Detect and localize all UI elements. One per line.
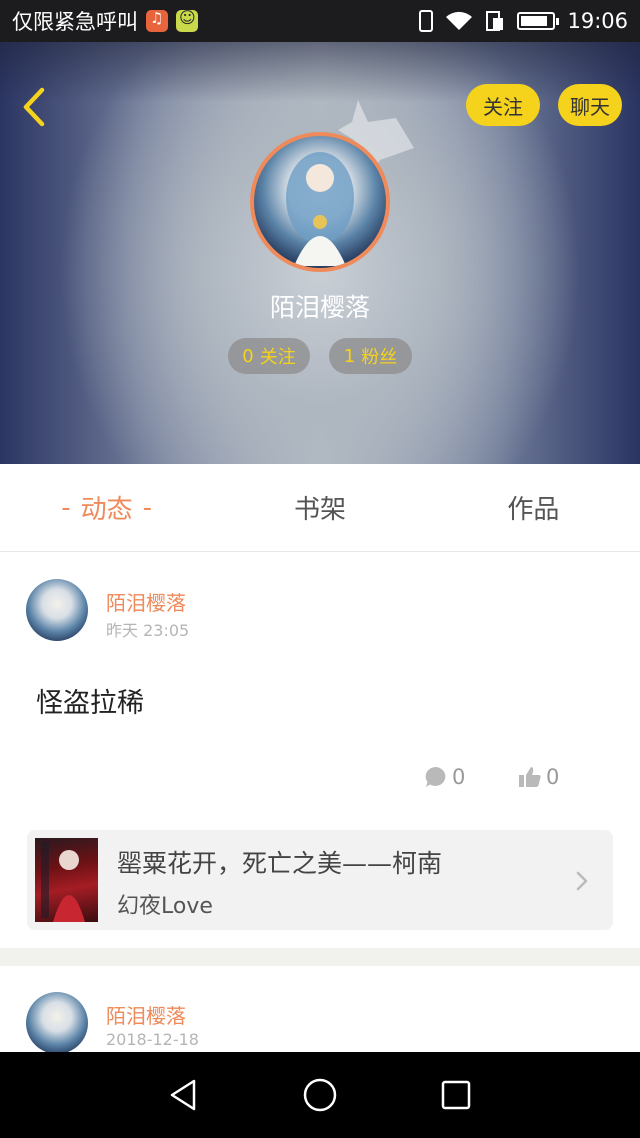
tab-label: 书架 [293, 495, 346, 525]
following-label: 关注 [259, 347, 296, 368]
like-button[interactable]: 0 [518, 765, 559, 789]
book-cover-art [41, 842, 85, 922]
chevron-left-icon [23, 87, 45, 127]
post-author[interactable]: 陌泪樱落 [106, 587, 186, 616]
fans-stat[interactable]: 1 粉丝 [329, 338, 412, 374]
following-stat[interactable]: 0 关注 [228, 338, 310, 374]
post-text: 怪盗拉稀 [36, 688, 144, 719]
post-card: 陌泪樱落 2018-12-18 [0, 966, 640, 1054]
recents-nav-button[interactable] [438, 1077, 474, 1113]
sim-icon [486, 11, 504, 31]
thumbs-up-icon [519, 767, 541, 787]
profile-header: 关注 聊天 陌泪樱落 0 关注 1 粉丝 [0, 42, 640, 464]
tab-label: 作品 [507, 495, 560, 525]
tab-bar: - 动态 - 书架 作品 [0, 464, 640, 552]
fans-label: 粉丝 [361, 347, 398, 368]
avatar-figure [286, 152, 354, 266]
home-nav-button[interactable] [302, 1077, 338, 1113]
comment-count: 0 [452, 765, 466, 789]
fans-count: 1 [343, 345, 356, 367]
header-fade [0, 42, 640, 102]
comment-icon [425, 766, 446, 787]
status-bar: 仅限紧急呼叫 19:06 [0, 0, 640, 42]
comment-button[interactable]: 0 [424, 765, 465, 789]
post-avatar[interactable] [26, 579, 88, 641]
tab-activity[interactable]: - 动态 - [0, 464, 213, 551]
post-avatar[interactable] [26, 992, 88, 1054]
battery-icon [517, 12, 560, 30]
feed-divider [0, 948, 640, 966]
avatar-image [250, 132, 390, 272]
following-count: 0 [242, 345, 254, 367]
square-recents-icon [441, 1080, 471, 1110]
back-button[interactable] [18, 86, 52, 128]
chat-button[interactable]: 聊天 [558, 84, 622, 126]
post-time: 昨天 23:05 [106, 621, 190, 640]
circle-home-icon [303, 1078, 337, 1112]
shared-book-card[interactable]: 罂粟花开，死亡之美——柯南 幻夜Love [27, 830, 613, 930]
book-cover [35, 838, 98, 922]
like-count: 0 [546, 765, 560, 789]
book-title: 罂粟花开，死亡之美——柯南 [117, 849, 443, 878]
music-app-icon [146, 9, 168, 32]
tab-dash-left: - [61, 492, 71, 523]
clock-text: 19:06 [567, 9, 628, 33]
tab-bookshelf[interactable]: 书架 [213, 464, 426, 551]
post-time: 2018-12-18 [106, 1030, 199, 1049]
chevron-right-icon [576, 871, 588, 891]
emoji-app-icon [176, 8, 198, 32]
tab-works[interactable]: 作品 [427, 464, 640, 551]
status-right: 19:06 [419, 9, 628, 33]
status-left: 仅限紧急呼叫 [12, 6, 198, 36]
book-author: 幻夜Love [117, 894, 213, 919]
post-card: 陌泪樱落 昨天 23:05 怪盗拉稀 0 0 罂粟花开，死亡之美——柯南 幻夜L… [0, 553, 640, 948]
tab-label: 动态 [80, 495, 133, 525]
profile-avatar[interactable] [250, 132, 390, 272]
profile-username: 陌泪樱落 [269, 293, 370, 322]
follow-button[interactable]: 关注 [466, 84, 540, 126]
wifi-icon [446, 11, 473, 30]
vibrate-icon [419, 10, 434, 32]
back-nav-button[interactable] [166, 1077, 202, 1113]
carrier-text: 仅限紧急呼叫 [12, 10, 138, 34]
tab-dash-right: - [142, 492, 153, 523]
system-nav-bar [0, 1052, 640, 1138]
post-author[interactable]: 陌泪樱落 [106, 1000, 186, 1029]
triangle-back-icon [170, 1079, 196, 1111]
